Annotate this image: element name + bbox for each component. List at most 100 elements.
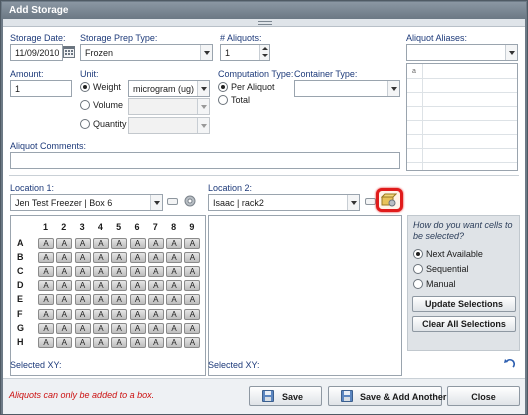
location1-grid[interactable]: 123456789AAAAAAAAAABAAAAAAAAACAAAAAAAAAD… — [10, 215, 206, 376]
grid-cell[interactable]: A — [74, 252, 91, 264]
manual-radio[interactable] — [413, 279, 423, 289]
grid-cell[interactable]: A — [74, 322, 91, 334]
grid-cell[interactable]: A — [74, 266, 91, 278]
save-add-another-button[interactable]: Save & Add Another — [328, 386, 446, 406]
grid-cell[interactable]: A — [38, 336, 54, 348]
grid-cell[interactable]: A — [74, 238, 91, 249]
grid-cell[interactable]: A — [38, 280, 54, 292]
total-radio[interactable] — [218, 95, 228, 105]
gear-icon[interactable] — [183, 194, 197, 208]
grid-cell[interactable]: A — [129, 266, 146, 278]
grid-cell[interactable]: A — [56, 238, 73, 249]
grid-cell[interactable]: A — [92, 322, 109, 334]
grid-cell[interactable]: A — [56, 252, 73, 264]
link-icon[interactable] — [365, 198, 376, 205]
location2-grid[interactable] — [208, 215, 402, 376]
grid-cell[interactable]: A — [111, 322, 128, 334]
grid-cell[interactable]: A — [92, 294, 109, 306]
grid-cell[interactable]: A — [184, 252, 201, 264]
grid-cell[interactable]: A — [92, 336, 109, 348]
grid-cell[interactable]: A — [184, 308, 201, 320]
grid-cell[interactable]: A — [166, 280, 183, 292]
grid-cell[interactable]: A — [129, 322, 146, 334]
grid-cell[interactable]: A — [184, 238, 201, 249]
grid-cell[interactable]: A — [56, 308, 73, 320]
save-button[interactable]: Save — [249, 386, 322, 406]
grid-cell[interactable]: A — [74, 294, 91, 306]
amount-input[interactable]: 1 — [10, 80, 72, 97]
spinner-icon[interactable] — [259, 45, 269, 60]
grid-cell[interactable]: A — [111, 252, 128, 264]
grid-cell[interactable]: A — [147, 238, 164, 249]
grid-cell[interactable]: A — [184, 294, 201, 306]
unit-volume-radio[interactable] — [80, 100, 90, 110]
highlighted-container-button[interactable] — [376, 188, 403, 212]
aliquot-aliases-select[interactable] — [406, 44, 518, 61]
grid-cell[interactable]: A — [111, 238, 128, 249]
storage-prep-type-select[interactable]: Frozen — [80, 44, 213, 61]
num-aliquots-stepper[interactable]: 1 — [220, 44, 270, 61]
chevron-down-icon[interactable] — [150, 195, 162, 210]
grid-cell[interactable]: A — [147, 252, 164, 264]
grid-cell[interactable]: A — [92, 252, 109, 264]
grid-cell[interactable]: A — [38, 252, 54, 264]
chevron-down-icon[interactable] — [197, 99, 209, 114]
chevron-down-icon[interactable] — [347, 195, 359, 210]
close-button[interactable]: Close — [447, 386, 520, 406]
unit-weight-radio[interactable] — [80, 82, 90, 92]
aliquot-aliases-table[interactable]: a — [406, 63, 518, 171]
grid-cell[interactable]: A — [147, 280, 164, 292]
grid-cell[interactable]: A — [56, 336, 73, 348]
grid-cell[interactable]: A — [92, 266, 109, 278]
grid-cell[interactable]: A — [129, 252, 146, 264]
grid-cell[interactable]: A — [166, 266, 183, 278]
volume-unit-select[interactable] — [128, 98, 210, 115]
grid-cell[interactable]: A — [166, 336, 183, 348]
chevron-down-icon[interactable] — [387, 81, 399, 96]
unit-quantity-radio[interactable] — [80, 119, 90, 129]
grid-cell[interactable]: A — [129, 336, 146, 348]
grid-cell[interactable]: A — [166, 308, 183, 320]
container-type-select[interactable] — [294, 80, 400, 97]
grid-cell[interactable]: A — [166, 294, 183, 306]
drag-handle[interactable] — [3, 19, 525, 27]
grid-cell[interactable]: A — [129, 294, 146, 306]
location1-select[interactable]: Jen Test Freezer | Box 6 — [10, 194, 163, 211]
aliquot-comments-input[interactable] — [10, 152, 400, 169]
grid-cell[interactable]: A — [92, 308, 109, 320]
grid-cell[interactable]: A — [74, 336, 91, 348]
grid-cell[interactable]: A — [38, 294, 54, 306]
grid-cell[interactable]: A — [166, 322, 183, 334]
chevron-down-icon[interactable] — [505, 45, 517, 60]
grid-cell[interactable]: A — [129, 308, 146, 320]
weight-unit-select[interactable]: microgram (ug) — [128, 80, 210, 97]
location2-select[interactable]: Isaac | rack2 — [208, 194, 360, 211]
grid-cell[interactable]: A — [129, 238, 146, 249]
grid-cell[interactable]: A — [184, 322, 201, 334]
storage-date-input[interactable]: 11/09/2010 — [10, 44, 63, 61]
grid-cell[interactable]: A — [147, 322, 164, 334]
chevron-down-icon[interactable] — [197, 118, 209, 133]
grid-cell[interactable]: A — [184, 266, 201, 278]
grid-cell[interactable]: A — [184, 280, 201, 292]
grid-cell[interactable]: A — [166, 252, 183, 264]
clear-all-selections-button[interactable]: Clear All Selections — [412, 316, 516, 332]
grid-cell[interactable]: A — [56, 280, 73, 292]
grid-cell[interactable]: A — [92, 238, 109, 249]
grid-cell[interactable]: A — [111, 294, 128, 306]
grid-cell[interactable]: A — [92, 280, 109, 292]
chevron-down-icon[interactable] — [200, 45, 212, 60]
calendar-icon[interactable] — [63, 46, 75, 58]
grid-cell[interactable]: A — [38, 266, 54, 278]
sequential-radio[interactable] — [413, 264, 423, 274]
update-selections-button[interactable]: Update Selections — [412, 296, 516, 312]
grid-cell[interactable]: A — [111, 266, 128, 278]
grid-cell[interactable]: A — [147, 266, 164, 278]
grid-cell[interactable]: A — [38, 322, 54, 334]
grid-cell[interactable]: A — [74, 280, 91, 292]
per-aliquot-radio[interactable] — [218, 82, 228, 92]
grid-cell[interactable]: A — [129, 280, 146, 292]
undo-icon[interactable] — [503, 358, 516, 370]
grid-cell[interactable]: A — [111, 308, 128, 320]
chevron-down-icon[interactable] — [197, 81, 209, 96]
